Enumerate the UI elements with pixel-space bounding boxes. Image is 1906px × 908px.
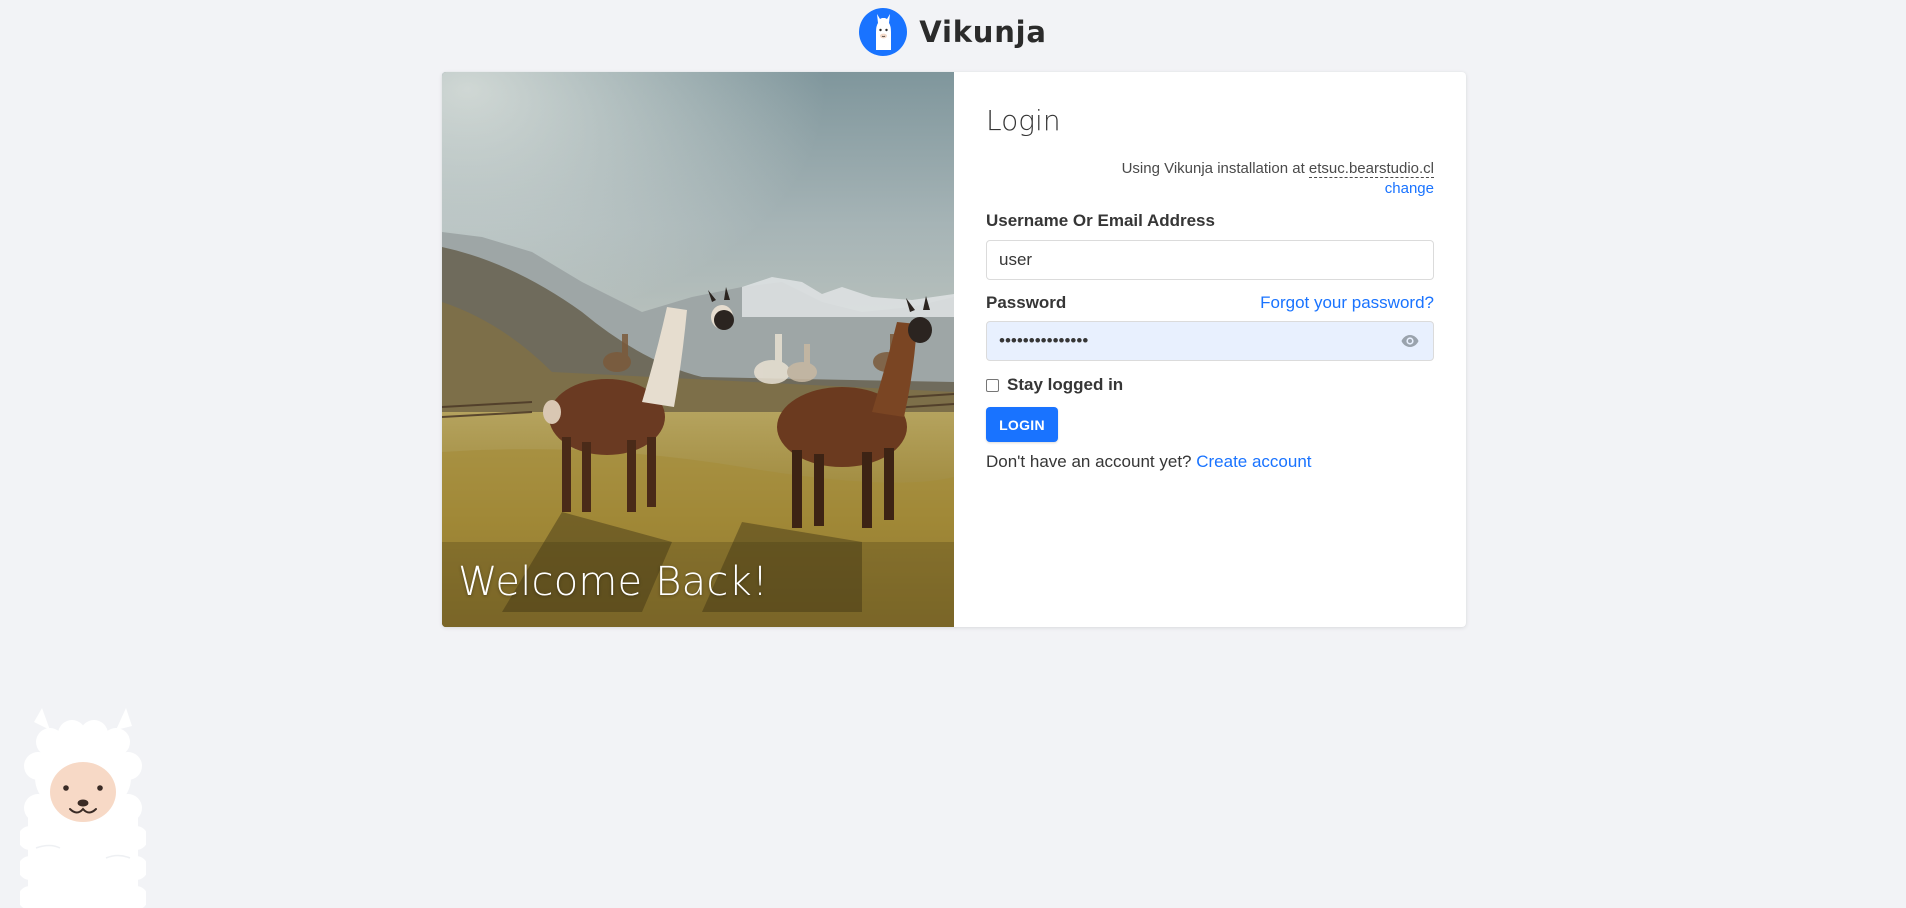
password-group: Password Forgot your password? •••••••••… (986, 293, 1434, 361)
installation-info: Using Vikunja installation at etsuc.bear… (986, 159, 1434, 199)
vikunja-llama-logo-icon (859, 8, 908, 56)
installation-prefix: Using Vikunja installation at (1121, 160, 1305, 177)
login-form: Login Using Vikunja installation at etsu… (954, 72, 1466, 627)
username-value: user (999, 250, 1033, 269)
forgot-password-link[interactable]: Forgot your password? (1260, 293, 1434, 313)
hero-title: Welcome Back! (458, 559, 769, 605)
password-input[interactable]: ••••••••••••••• (986, 321, 1434, 361)
signup-row: Don't have an account yet? Create accoun… (986, 452, 1434, 472)
create-account-link[interactable]: Create account (1196, 452, 1311, 471)
password-label-row: Password Forgot your password? (986, 293, 1434, 313)
eye-icon[interactable] (1399, 330, 1421, 352)
signup-prefix: Don't have an account yet? (986, 452, 1192, 471)
login-card: Welcome Back! Login Using Vikunja instal… (442, 72, 1466, 627)
password-label: Password (986, 293, 1067, 312)
username-label: Username Or Email Address (986, 211, 1215, 230)
installation-host: etsuc.bearstudio.cl (1308, 160, 1434, 178)
login-button[interactable]: LOGIN (986, 407, 1058, 442)
username-input[interactable]: user (986, 240, 1434, 280)
llama-mascot-icon (20, 708, 146, 908)
change-installation-link[interactable]: change (986, 179, 1434, 199)
app-header: Vikunja (0, 0, 1906, 64)
app-name: Vikunja (919, 15, 1047, 49)
hero-image: Welcome Back! (442, 72, 954, 627)
stay-logged-in-checkbox[interactable] (986, 378, 999, 392)
stay-logged-in-row[interactable]: Stay logged in (986, 375, 1434, 395)
llama-landscape-illustration (442, 72, 954, 627)
stay-logged-in-label[interactable]: Stay logged in (1007, 375, 1123, 395)
password-value: ••••••••••••••• (999, 331, 1089, 350)
page-title: Login (986, 104, 1061, 137)
username-group: Username Or Email Address user (986, 211, 1434, 280)
app-logo[interactable]: Vikunja (859, 8, 1047, 56)
